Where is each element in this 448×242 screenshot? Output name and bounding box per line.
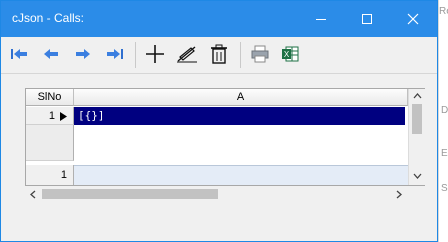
footer-row-header: 1 xyxy=(26,165,74,185)
chevron-up-icon[interactable] xyxy=(413,93,422,99)
next-record-button[interactable] xyxy=(72,43,94,65)
maximize-icon xyxy=(362,14,372,24)
minimize-button[interactable] xyxy=(298,1,344,37)
title-bar[interactable]: cJson - Calls: xyxy=(1,1,437,37)
maximize-button[interactable] xyxy=(344,1,390,37)
toolbar: X xyxy=(1,37,437,74)
chevron-left-icon[interactable] xyxy=(30,190,36,199)
record-count: 1 xyxy=(60,169,67,181)
printer-icon xyxy=(251,45,269,63)
plus-icon xyxy=(146,45,164,63)
delete-record-button[interactable] xyxy=(208,43,230,65)
vertical-scrollbar[interactable] xyxy=(408,89,425,185)
bg-text: S xyxy=(441,183,448,194)
column-header-a[interactable]: A xyxy=(74,89,408,106)
window-title: cJson - Calls: xyxy=(12,11,85,25)
last-record-icon xyxy=(107,49,123,59)
horizontal-scroll-thumb[interactable] xyxy=(42,189,218,199)
svg-text:X: X xyxy=(284,50,290,59)
export-excel-button[interactable]: X xyxy=(279,43,301,65)
first-record-icon xyxy=(11,49,27,59)
footer-row xyxy=(74,165,408,185)
close-icon xyxy=(407,13,419,25)
chevron-down-icon[interactable] xyxy=(413,173,422,179)
cjson-window: cJson - Calls: X SlNo A 1 [{}] 1 xyxy=(0,0,438,242)
arrow-right-icon xyxy=(76,49,90,59)
print-button[interactable] xyxy=(249,43,271,65)
vertical-scroll-thumb[interactable] xyxy=(412,104,422,134)
edit-record-button[interactable] xyxy=(176,43,198,65)
last-record-button[interactable] xyxy=(104,43,126,65)
previous-record-button[interactable] xyxy=(40,43,62,65)
close-button[interactable] xyxy=(390,1,436,37)
horizontal-scrollbar[interactable] xyxy=(25,186,425,202)
background-window: Recon D E S xyxy=(438,0,448,242)
bg-text: E xyxy=(441,148,448,159)
bg-text: D xyxy=(441,105,448,116)
toolbar-separator xyxy=(135,42,136,68)
data-grid[interactable]: SlNo A 1 [{}] 1 xyxy=(25,88,425,186)
excel-icon: X xyxy=(282,46,299,62)
row-header[interactable]: 1 xyxy=(26,107,74,125)
minimize-icon xyxy=(316,19,326,20)
trash-icon xyxy=(211,44,227,64)
row-number: 1 xyxy=(48,110,55,122)
bg-text: Recon xyxy=(439,6,448,17)
table-cell-selected[interactable]: [{}] xyxy=(74,107,405,125)
column-header-slno[interactable]: SlNo xyxy=(26,89,74,106)
row-header-empty xyxy=(26,125,74,161)
first-record-button[interactable] xyxy=(8,43,30,65)
current-row-arrow-icon xyxy=(60,112,67,121)
chevron-right-icon[interactable] xyxy=(396,190,402,199)
arrow-left-icon xyxy=(44,49,58,59)
edit-pencil-icon xyxy=(177,46,197,63)
add-record-button[interactable] xyxy=(144,43,166,65)
toolbar-separator xyxy=(240,42,241,68)
